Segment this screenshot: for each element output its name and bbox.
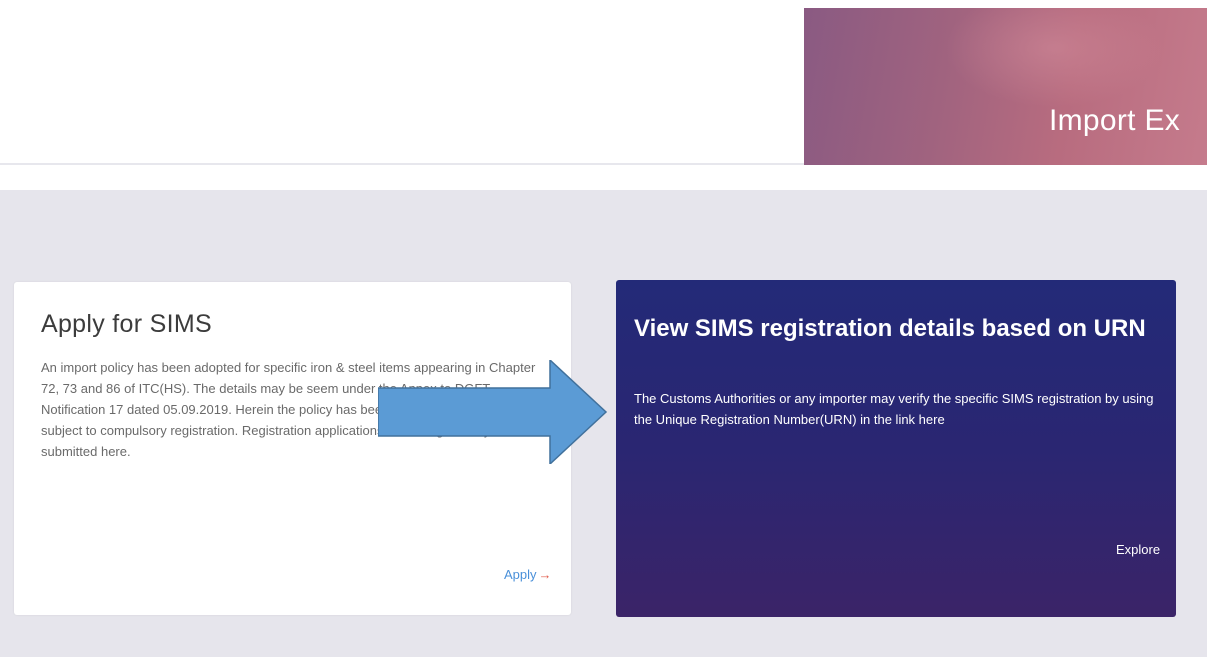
arrow-right-icon: →: [538, 567, 552, 582]
view-sims-card: View SIMS registration details based on …: [616, 280, 1176, 617]
hero-banner-image: [944, 8, 1164, 108]
hero-banner: Import Ex: [804, 8, 1207, 165]
view-card-description: The Customs Authorities or any importer …: [634, 391, 1154, 427]
apply-card-title: Apply for SIMS: [41, 310, 212, 338]
apply-link-label: Apply: [504, 567, 537, 582]
hero-title: Import Ex: [1049, 104, 1181, 137]
right-arrow-callout-icon: [378, 360, 608, 464]
view-card-title: View SIMS registration details based on …: [634, 315, 1146, 342]
apply-link[interactable]: Apply →: [504, 567, 552, 582]
explore-link[interactable]: Explore: [1116, 542, 1160, 557]
